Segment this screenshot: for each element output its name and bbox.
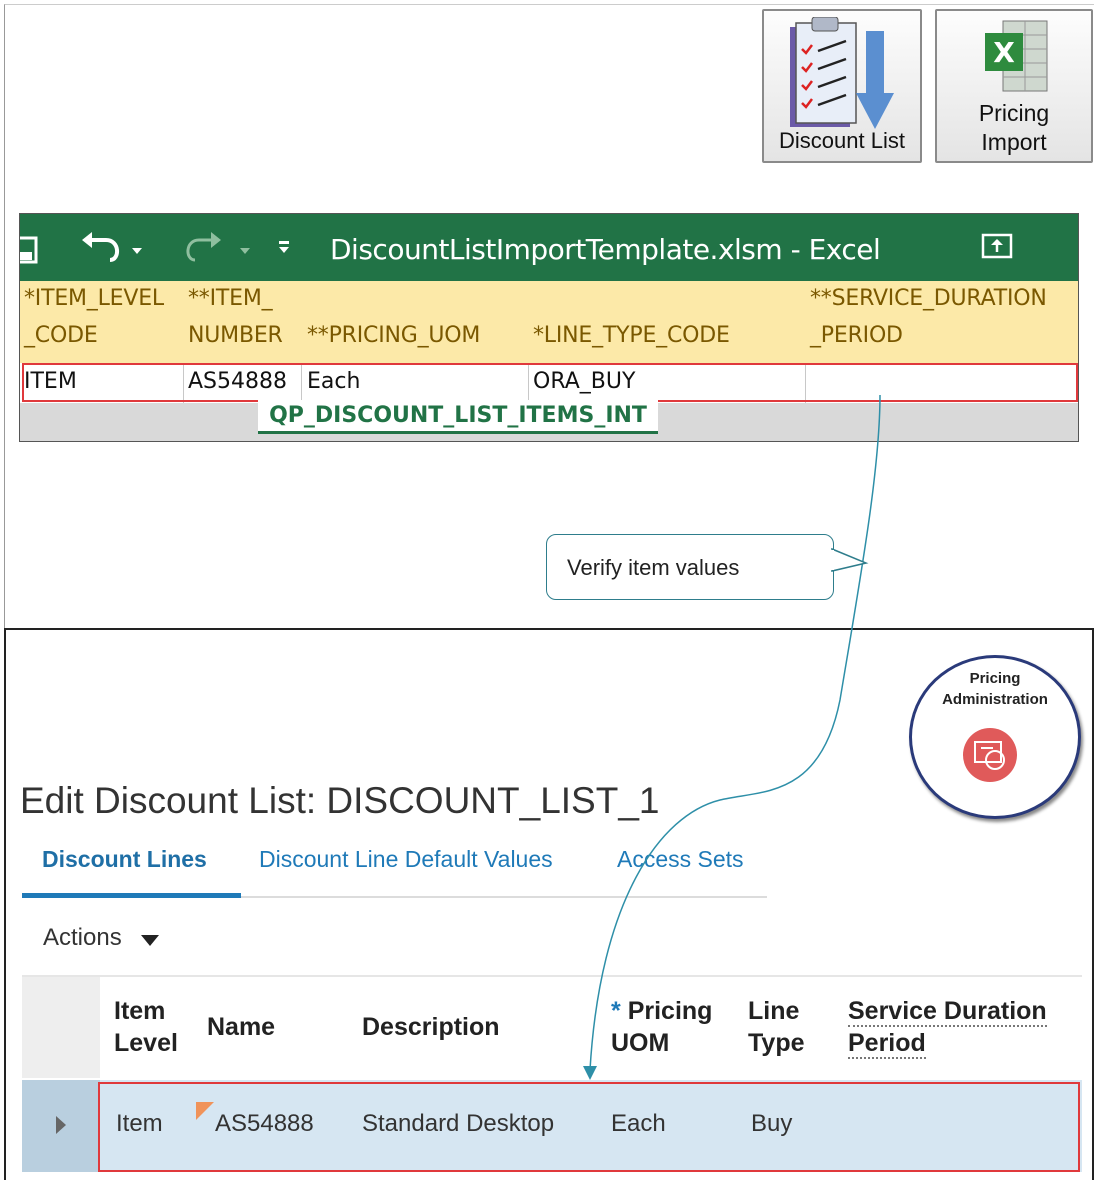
col-header-item-level[interactable]: Item Level: [114, 995, 178, 1059]
header-line-type-code: *LINE_TYPE_CODE: [533, 323, 730, 348]
discount-list-label: Discount List: [779, 128, 905, 153]
header-item-level-1: *ITEM_LEVEL: [24, 286, 164, 311]
active-tab-indicator: [22, 893, 241, 898]
discount-list-icon: [790, 17, 894, 129]
header-item-level-2: _CODE: [24, 323, 98, 348]
col-header-name[interactable]: Name: [207, 1011, 275, 1043]
pricing-import-label-line2: Import: [981, 129, 1047, 155]
table-row-highlight: [98, 1082, 1080, 1172]
col-header-service-duration-period[interactable]: Service Duration Period: [848, 995, 1047, 1059]
col-header-line-type[interactable]: Line Type: [748, 995, 805, 1059]
excel-file-icon: X: [985, 20, 1048, 92]
callout-pointer: [830, 547, 869, 572]
excel-window-title: DiscountListImportTemplate.xlsm - Excel: [330, 233, 881, 266]
col-header-pricing-uom[interactable]: * Pricing UOM: [611, 995, 712, 1059]
excel-title-bar: DiscountListImportTemplate.xlsm - Excel: [20, 214, 1078, 281]
ribbon-display-options-icon[interactable]: [980, 232, 1016, 262]
header-item-number-1: **ITEM_: [188, 286, 273, 311]
badge-line2: Administration: [942, 691, 1048, 708]
tab-discount-lines[interactable]: Discount Lines: [42, 846, 207, 873]
save-icon[interactable]: [19, 236, 42, 264]
pricing-import-label-line1: Pricing: [978, 100, 1050, 126]
header-row: *ITEM_LEVEL **ITEM_ **SERVICE_DURATION _…: [20, 281, 1078, 363]
discount-list-launcher-button[interactable]: Discount List: [762, 9, 922, 163]
actions-menu[interactable]: Actions: [43, 924, 122, 952]
pricing-administration-badge: Pricing Administration: [909, 655, 1081, 819]
callout-text: Verify item values: [567, 555, 740, 580]
chevron-down-icon[interactable]: [141, 935, 159, 946]
expand-row-icon[interactable]: [56, 1116, 66, 1134]
svg-text:X: X: [993, 36, 1015, 69]
excel-row-highlight: [22, 363, 1078, 402]
header-pricing-uom: **PRICING_UOM: [307, 323, 481, 348]
redo-icon[interactable]: [185, 232, 265, 266]
col-header-description[interactable]: Description: [362, 1011, 500, 1043]
excel-window: DiscountListImportTemplate.xlsm - Excel …: [19, 213, 1079, 442]
header-item-number-2: NUMBER: [188, 323, 283, 348]
header-service-duration-1: **SERVICE_DURATION: [810, 286, 1047, 311]
row-header-column: [22, 977, 100, 1078]
badge-line1: Pricing: [969, 670, 1021, 687]
tab-discount-line-default-values[interactable]: Discount Line Default Values: [259, 846, 553, 873]
required-indicator: *: [611, 997, 621, 1025]
pricing-administration-icon: [963, 728, 1017, 782]
page-title: Edit Discount List: DISCOUNT_LIST_1: [20, 780, 660, 821]
callout-bubble: Verify item values: [546, 534, 834, 600]
sheet-tab[interactable]: QP_DISCOUNT_LIST_ITEMS_INT: [258, 400, 658, 434]
customize-toolbar-icon[interactable]: [276, 238, 296, 258]
tab-access-sets[interactable]: Access Sets: [617, 846, 744, 873]
undo-icon[interactable]: [80, 232, 160, 266]
pricing-import-launcher-button[interactable]: X Pricing Import: [935, 9, 1093, 163]
header-service-duration-2: _PERIOD: [810, 323, 903, 348]
table-top-border: [22, 975, 1082, 977]
